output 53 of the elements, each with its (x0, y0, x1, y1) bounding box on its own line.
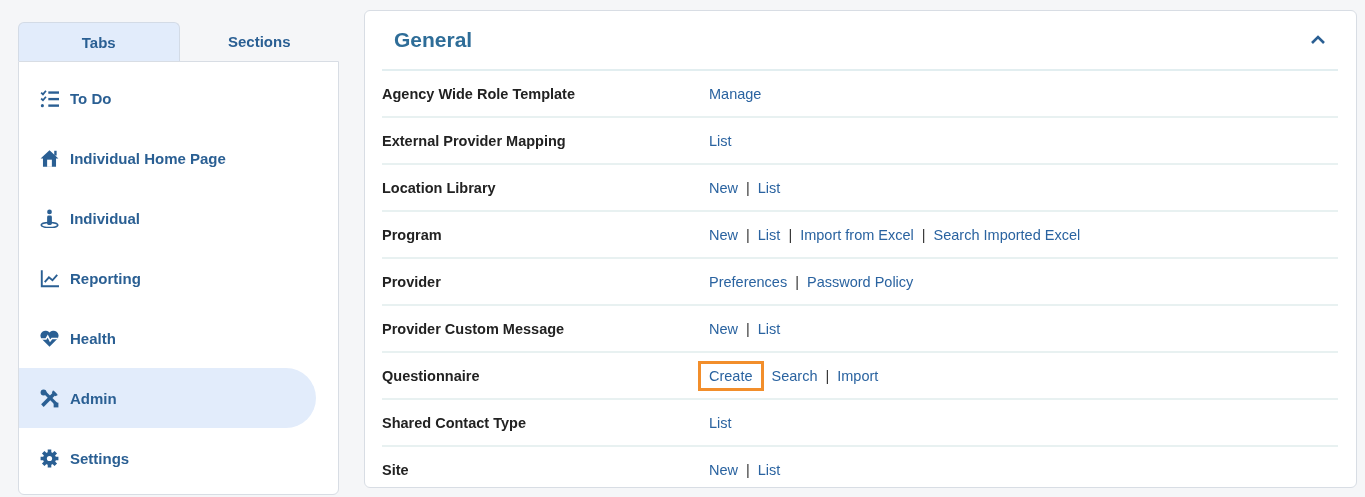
collapse-chevron-icon[interactable] (1310, 35, 1326, 45)
separator: | (788, 226, 793, 243)
separator: | (795, 273, 799, 290)
gear-icon (40, 448, 59, 468)
line-chart-icon (40, 268, 59, 288)
nav-item[interactable]: Reporting (19, 248, 295, 308)
link[interactable]: Import from Excel (800, 222, 914, 247)
row-label: Provider (382, 273, 442, 290)
row-label: Site (382, 461, 410, 478)
link[interactable]: List (757, 222, 781, 247)
separator: | (921, 226, 926, 243)
tools-icon (40, 388, 59, 408)
separator: | (746, 461, 750, 478)
row-label: Provider Custom Message (382, 320, 566, 337)
separator: | (746, 320, 750, 337)
link[interactable]: Password Policy (806, 269, 914, 294)
row-label: Agency Wide Role Template (382, 85, 576, 102)
link[interactable]: List (709, 128, 732, 153)
link[interactable]: New (709, 457, 738, 482)
link[interactable]: Search Imported Excel (933, 222, 1081, 247)
separator: | (825, 367, 830, 384)
nav-item[interactable]: Admin (19, 368, 316, 428)
link[interactable]: Create (698, 360, 764, 391)
heartbeat-icon (40, 328, 59, 348)
link[interactable]: New (709, 222, 738, 247)
separator: | (746, 226, 750, 243)
person-icon (40, 208, 59, 228)
separator: | (746, 179, 750, 196)
row-label: Program (382, 226, 443, 243)
link[interactable]: Search (771, 363, 818, 388)
row-label: Location Library (382, 179, 497, 196)
nav-item[interactable]: Settings (19, 428, 295, 488)
link[interactable]: New (709, 175, 738, 200)
link[interactable]: List (757, 175, 781, 200)
link[interactable]: List (709, 410, 732, 435)
link[interactable]: New (709, 316, 738, 341)
row-label: External Provider Mapping (382, 132, 567, 149)
row-label: Questionnaire (382, 367, 481, 384)
link[interactable]: Import (837, 363, 879, 388)
nav-item[interactable]: Individual (19, 188, 295, 248)
nav-item[interactable]: Health (19, 308, 295, 368)
nav-item[interactable]: Individual Home Page (19, 128, 295, 188)
row-label: Shared Contact Type (382, 414, 527, 431)
tab[interactable]: Tabs (18, 22, 180, 61)
nav-item[interactable]: To Do (19, 68, 295, 128)
link[interactable]: Preferences (709, 269, 788, 294)
section-title: General (394, 28, 473, 52)
house-icon (40, 148, 59, 168)
tab[interactable]: Sections (179, 22, 339, 61)
link[interactable]: List (757, 457, 781, 482)
link[interactable]: Manage (709, 81, 762, 106)
link[interactable]: List (757, 316, 781, 341)
todo-list-icon (40, 88, 59, 108)
